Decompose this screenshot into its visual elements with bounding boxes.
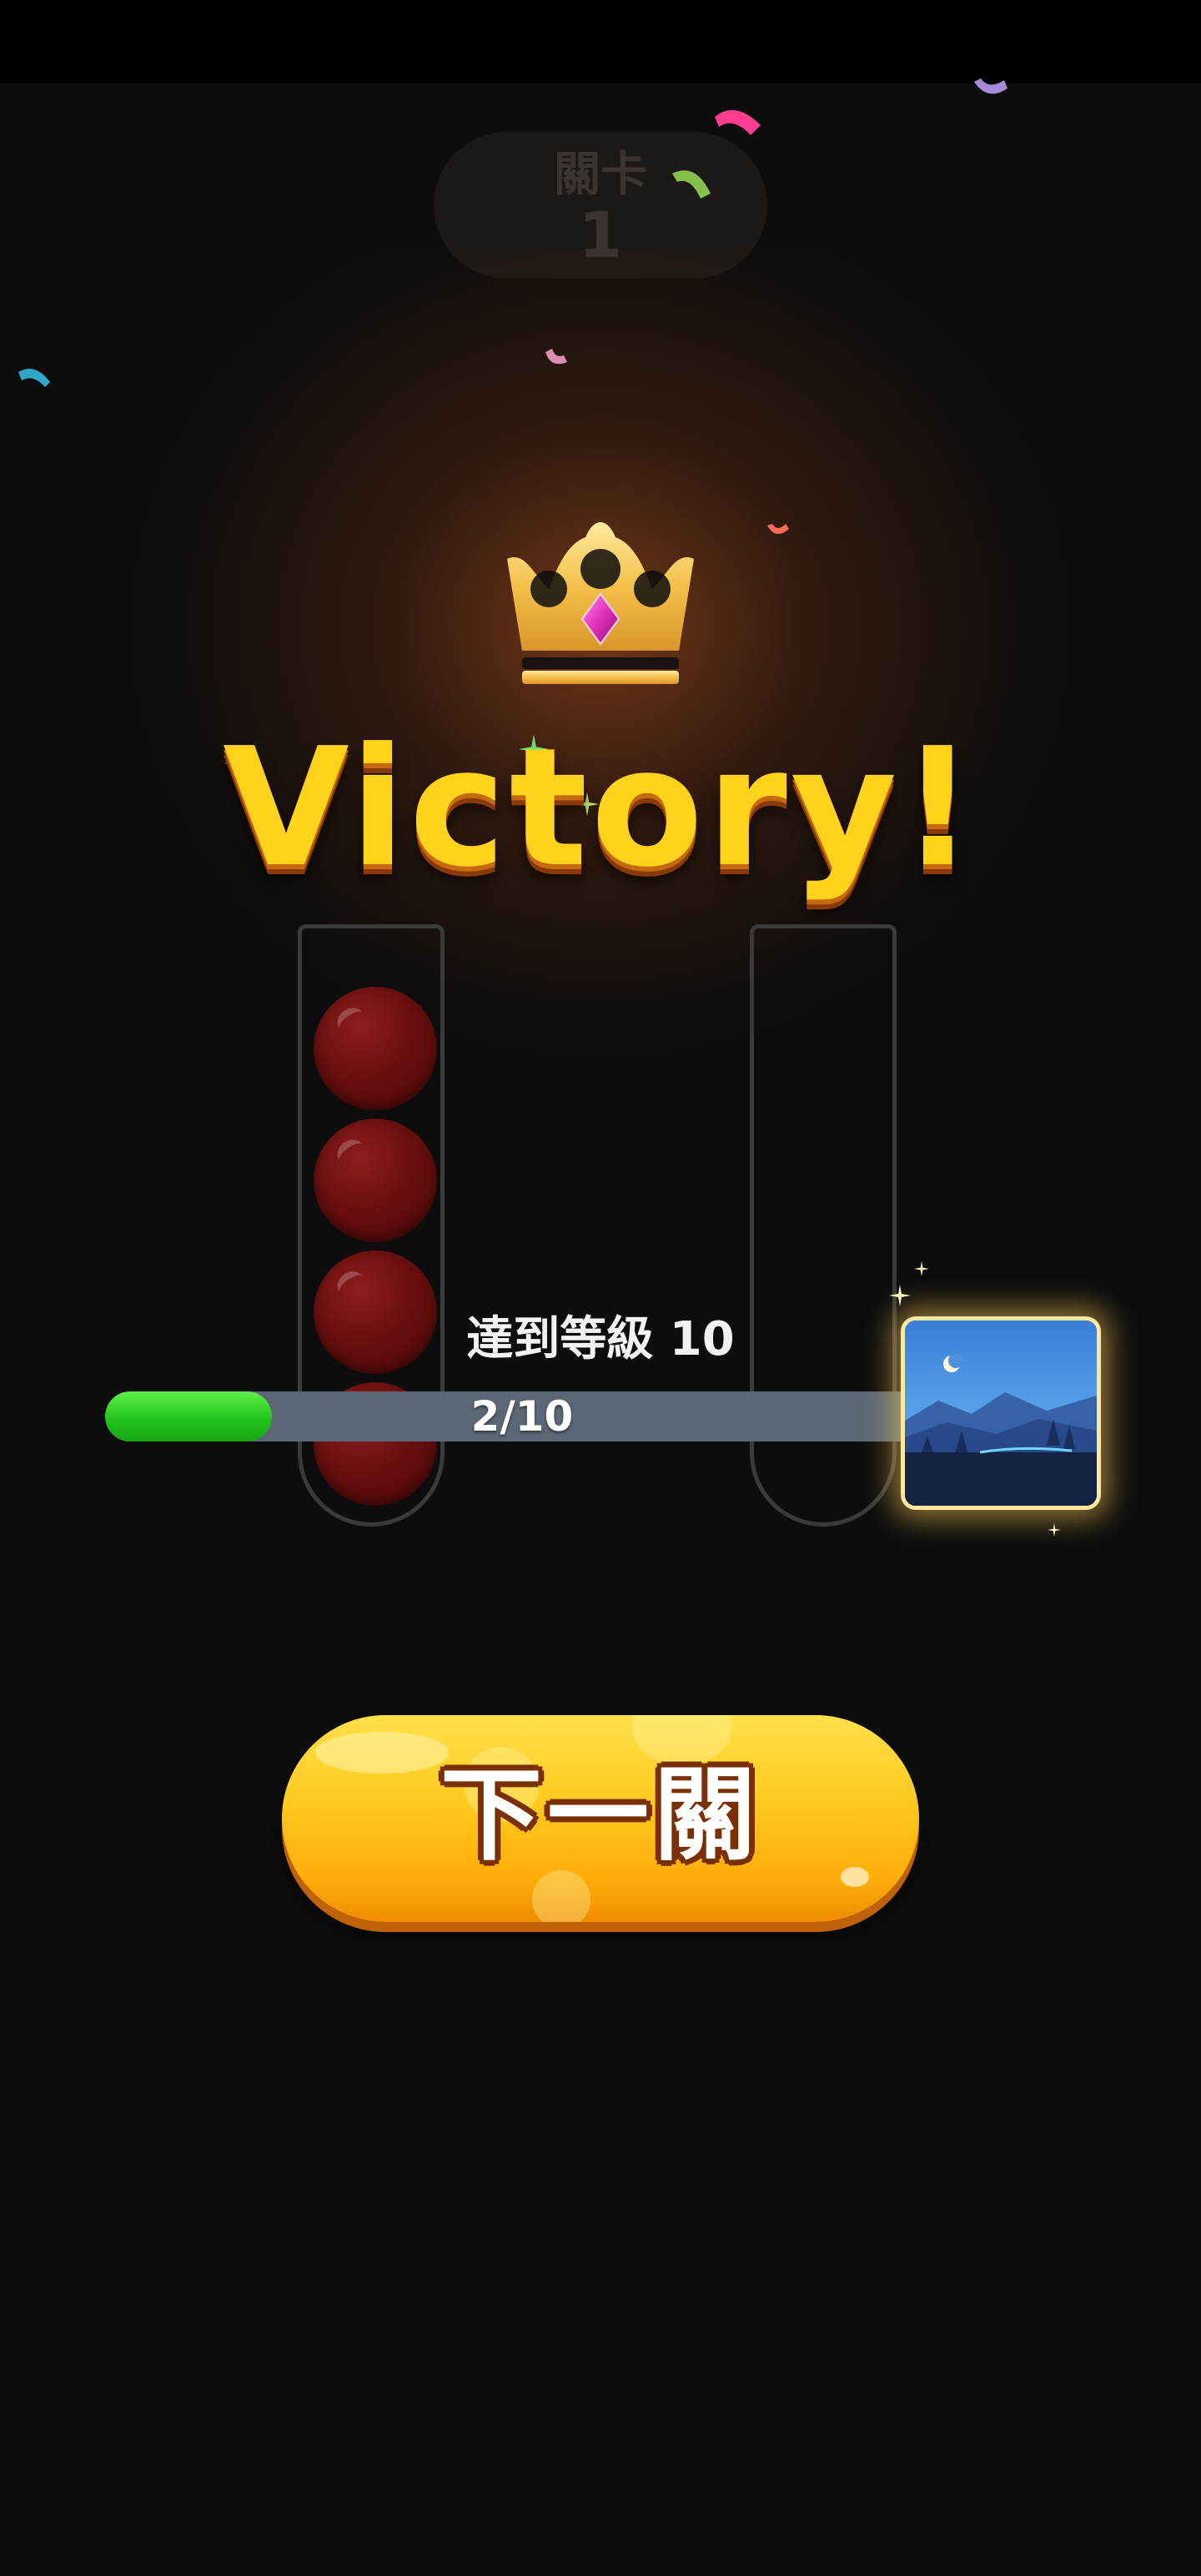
confetti-purple	[974, 78, 1008, 94]
next-level-button[interactable]: 下一關	[282, 1715, 919, 1922]
reward-card	[901, 1316, 1101, 1510]
ball-red[interactable]	[314, 987, 437, 1110]
confetti-pink-small	[545, 349, 567, 365]
level-progress-text: 2/10	[470, 1392, 574, 1441]
next-level-label: 下一關	[440, 1756, 761, 1874]
level-label: 關卡	[554, 148, 647, 202]
level-progress-bar: 2/10	[105, 1391, 939, 1441]
level-number: 1	[578, 198, 623, 272]
game-screen: 關卡 1 Victory! 達到等級 10 2/10 下一關	[0, 0, 1201, 2576]
level-indicator: 關卡 1	[434, 132, 767, 279]
night-landscape-icon	[905, 1321, 1097, 1506]
confetti-coral	[767, 524, 789, 535]
confetti-teal	[18, 369, 50, 387]
victory-title: Victory!	[223, 713, 978, 903]
status-bar	[0, 0, 1201, 83]
ball-red[interactable]	[314, 1119, 437, 1242]
sparkle-icon	[1048, 1523, 1061, 1537]
confetti-green	[672, 170, 711, 199]
sparkle-icon	[889, 1285, 911, 1306]
sparkle-icon	[914, 1261, 929, 1276]
crown-icon	[507, 522, 694, 684]
confetti-pink	[715, 110, 761, 135]
